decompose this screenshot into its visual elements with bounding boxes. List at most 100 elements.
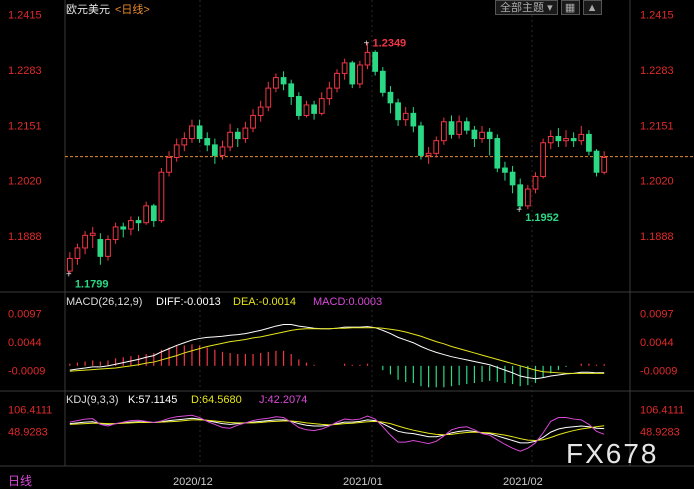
candle-up (318, 98, 325, 114)
candle-down (379, 70, 386, 93)
price-tick-right: 1.1888 (640, 231, 674, 243)
price-tick-left: 1.1888 (8, 231, 42, 243)
kdj-d-line (69, 419, 605, 442)
price-tick-left: 1.2283 (8, 65, 42, 77)
candle-down (372, 51, 379, 72)
candle-up (219, 146, 226, 156)
candle-down (517, 184, 524, 207)
candle-up (601, 157, 608, 173)
candle-up (540, 142, 546, 177)
macd-series (69, 323, 605, 388)
candle-down (204, 138, 211, 146)
macd-tick-left: 0.0097 (8, 309, 42, 321)
kdj-k-legend: K:57.1145 (128, 394, 177, 406)
candle-up (273, 77, 279, 89)
kdj-title: KDJ(9,3,3) (66, 394, 119, 406)
macd-diff-legend: DIFF:-0.0013 (156, 296, 221, 308)
candle-up (189, 125, 195, 140)
triangle-up-icon[interactable]: ▲ (582, 0, 602, 15)
period-label: <日线> (115, 2, 150, 16)
price-axis: 1.2415 1.2415 1.2283 1.2283 1.2151 1.2151 1.20… (8, 10, 674, 244)
candle-up (532, 175, 539, 190)
price-tick-right: 1.2415 (640, 10, 674, 22)
low-price-label: 1.1799 (75, 279, 109, 291)
candle-up (303, 104, 310, 116)
candle-down (448, 121, 455, 135)
candle-down (135, 220, 142, 224)
local-low-label: 1.1952 (525, 212, 559, 224)
candle-down (586, 133, 592, 152)
low-marker: + (66, 270, 72, 281)
candle-down (211, 144, 218, 156)
candle-down (463, 121, 470, 131)
candle-up (578, 133, 585, 142)
macd-tick-right: 0.0044 (640, 337, 674, 349)
macd-diff-line (69, 323, 605, 380)
candle-up (89, 232, 96, 236)
candle-down (509, 171, 516, 186)
price-tick-left: 1.2020 (8, 176, 42, 188)
candle-down (418, 125, 424, 156)
candle-down (486, 131, 493, 140)
macd-dea-line (69, 327, 605, 374)
candle-down (471, 129, 478, 140)
macd-dea-legend: DEA:-0.0014 (233, 296, 296, 308)
candle-down (593, 150, 600, 173)
price-tick-left: 1.2151 (8, 121, 42, 133)
footer-period-label: 日线 (8, 474, 32, 488)
candle-down (234, 131, 241, 140)
date-label-jan: 2021/01 (343, 476, 383, 488)
candle-up (242, 127, 249, 140)
grid-icon[interactable]: ▦ (560, 0, 580, 15)
candle-up (341, 62, 348, 74)
candlestick-series: + + + (66, 38, 608, 281)
candle-up (479, 131, 485, 140)
kdj-tick-right: 106.4111 (640, 405, 684, 417)
candle-up (326, 87, 333, 100)
candle-up (265, 87, 272, 108)
candle-up (181, 138, 188, 146)
macd-tick-left: -0.0009 (8, 366, 45, 378)
candle-up (257, 106, 264, 116)
candle-up (364, 51, 371, 66)
candle-up (547, 135, 554, 144)
candle-up (425, 152, 432, 156)
candle-up (166, 157, 172, 173)
candle-up (158, 171, 165, 222)
candle-up (105, 239, 111, 257)
candle-up (441, 121, 447, 142)
candle-up (334, 72, 340, 89)
theme-selector[interactable]: 全部主题 ▾ (495, 0, 558, 15)
macd-tick-right: -0.0009 (640, 366, 677, 378)
candle-down (494, 138, 501, 169)
date-label-dec: 2020/12 (173, 476, 213, 488)
candle-down (280, 77, 287, 85)
macd-title: MACD(26,12,9) (66, 296, 142, 308)
candle-down (311, 104, 317, 114)
candle-up (402, 112, 409, 121)
triangle-down-icon: ▾ (547, 2, 553, 14)
candle-up (128, 220, 134, 230)
kdj-tick-left: 106.4111 (8, 405, 52, 417)
candle-down (387, 91, 394, 104)
toolbar: 全部主题 ▾ ▦ ▲ (495, 0, 602, 17)
candle-up (456, 121, 463, 135)
price-tick-right: 1.2283 (640, 65, 674, 77)
macd-hist-legend: MACD:0.0003 (313, 296, 382, 308)
candle-up (82, 234, 88, 249)
kdj-tick-right: 48.9283 (640, 427, 680, 439)
forex-chart: +++ 欧元美元 <日线> 1.2415 1.24151.2283 1.22831.… (0, 0, 694, 488)
candle-down (555, 135, 562, 142)
theme-selector-label: 全部主题 (500, 2, 544, 14)
candle-down (395, 102, 401, 121)
price-tick-right: 1.2020 (640, 176, 674, 188)
candle-down (410, 112, 417, 127)
candle-up (74, 247, 81, 259)
price-tick-right: 1.2151 (640, 121, 674, 133)
macd-tick-left: 0.0044 (8, 337, 42, 349)
high-price-label: 1.2349 (373, 37, 407, 49)
kdj-series (69, 414, 605, 452)
watermark: FX678 (566, 438, 659, 469)
candle-up (143, 205, 150, 224)
price-tick-left: 1.2415 (8, 10, 42, 22)
